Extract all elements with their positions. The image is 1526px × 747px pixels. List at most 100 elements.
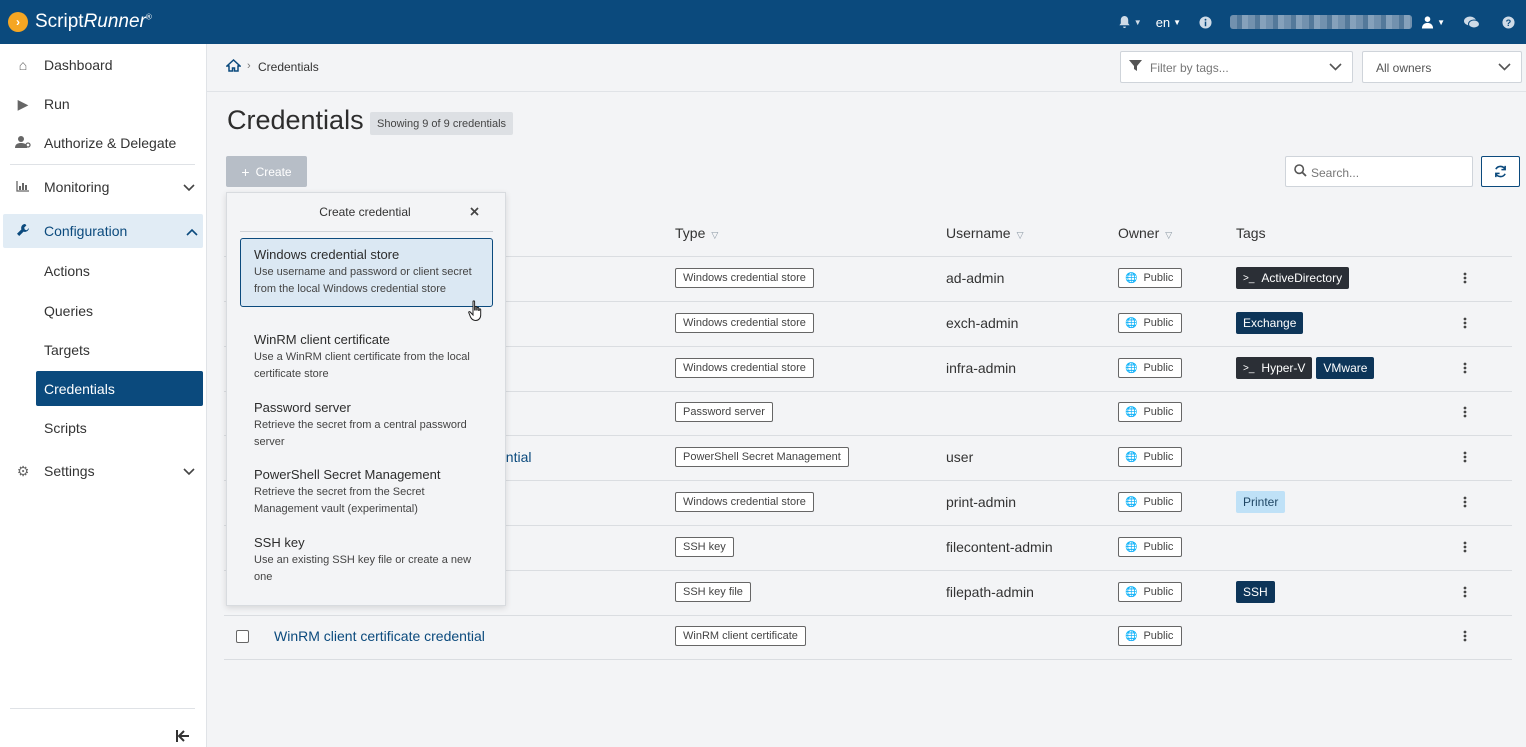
sidebar-subitem-targets[interactable]: Targets	[36, 332, 203, 367]
username-cell: ad-admin	[946, 270, 1005, 286]
globe-icon: 🌐	[1125, 317, 1138, 329]
plus-icon: +	[241, 163, 250, 180]
sidebar-subitem-credentials[interactable]: Credentials	[36, 371, 203, 406]
help-button[interactable]: ?	[1502, 15, 1515, 29]
row-actions-button[interactable]	[1463, 390, 1467, 434]
row-actions-button[interactable]	[1463, 301, 1467, 345]
sidebar-item-settings[interactable]: ⚙ Settings	[0, 452, 207, 490]
notifications-button[interactable]: ▼	[1118, 15, 1142, 29]
tag-badge[interactable]: VMware	[1316, 357, 1375, 379]
tag-badge[interactable]: Exchange	[1236, 312, 1304, 334]
owner-badge: 🌐 Public	[1118, 447, 1183, 467]
user-key-icon	[14, 135, 32, 152]
row-actions-button[interactable]	[1463, 480, 1467, 524]
sidebar-subitem-scripts[interactable]: Scripts	[36, 410, 203, 445]
row-actions-button[interactable]	[1463, 435, 1467, 479]
globe-icon: 🌐	[1125, 406, 1138, 418]
kebab-menu-icon	[1463, 406, 1467, 418]
sidebar-divider	[10, 164, 195, 165]
owner-badge: 🌐 Public	[1118, 402, 1183, 422]
username-cell: infra-admin	[946, 360, 1017, 376]
row-actions-button[interactable]	[1463, 570, 1467, 614]
column-header-type[interactable]: Type ▽	[675, 225, 718, 241]
collapse-sidebar-button[interactable]	[176, 730, 191, 745]
sidebar-item-configuration[interactable]: Configuration	[3, 214, 203, 248]
tag-badge[interactable]: >_ Hyper-V	[1236, 357, 1313, 379]
owner-cell: 🌐 Public	[1118, 525, 1183, 569]
type-badge: Windows credential store	[675, 492, 814, 512]
powershell-icon: >_	[1243, 362, 1255, 374]
sidebar-subitem-actions[interactable]: Actions	[36, 253, 203, 288]
refresh-button[interactable]	[1481, 156, 1520, 187]
row-actions-button[interactable]	[1463, 614, 1467, 658]
scriptrunner-logo-icon: ›	[8, 12, 28, 32]
owner-cell: 🌐 Public	[1118, 390, 1183, 434]
create-credential-popover: Create credential Windows credential sto…	[226, 192, 506, 606]
option-description: Use a WinRM client certificate from the …	[254, 351, 470, 380]
table-row[interactable]: WinRM client certificate credential WinRM…	[224, 614, 1512, 658]
sidebar-item-label: Monitoring	[44, 179, 110, 195]
tag-badge[interactable]: SSH	[1236, 581, 1275, 603]
owner-badge: 🌐 Public	[1118, 492, 1183, 512]
chat-icon	[1464, 16, 1480, 28]
sidebar-item-authorize-delegate[interactable]: Authorize & Delegate	[0, 124, 207, 162]
type-badge: Windows credential store	[675, 268, 814, 288]
option-title: SSH key	[254, 535, 305, 550]
chat-button[interactable]	[1464, 16, 1480, 29]
language-selector[interactable]: en ▼	[1156, 15, 1181, 30]
kebab-menu-icon	[1463, 586, 1467, 598]
create-option-ssh-key[interactable]: SSH key Use an existing SSH key file or c…	[240, 527, 493, 594]
type-badge: PowerShell Secret Management	[675, 447, 849, 467]
owner-badge: 🌐 Public	[1118, 313, 1183, 333]
globe-icon: 🌐	[1125, 630, 1138, 642]
username-cell: user	[946, 449, 974, 465]
bell-icon	[1119, 15, 1130, 29]
column-header-owner[interactable]: Owner ▽	[1118, 225, 1172, 241]
tag-badge[interactable]: Printer	[1236, 491, 1286, 513]
create-option-powershell-secret-management[interactable]: PowerShell Secret Management Retrieve the…	[240, 459, 493, 526]
type-badge: Windows credential store	[675, 358, 814, 378]
home-icon: ⌂	[18, 57, 28, 73]
search-icon	[1294, 164, 1307, 180]
wrench-icon	[14, 223, 32, 240]
collapse-left-icon	[176, 730, 189, 742]
popover-divider	[240, 231, 493, 232]
search-placeholder: Search...	[1311, 166, 1360, 180]
close-icon[interactable]	[470, 204, 479, 219]
search-input[interactable]: Search...	[1285, 156, 1473, 187]
chevron-down-icon	[1329, 59, 1342, 74]
owner-filter-select[interactable]: All owners	[1362, 51, 1522, 83]
create-option-password-server[interactable]: Password server Retrieve the secret from …	[240, 392, 493, 459]
checkbox[interactable]	[236, 629, 249, 643]
row-checkbox[interactable]	[236, 614, 249, 658]
type-badge: Password server	[675, 402, 773, 422]
home-breadcrumb-icon[interactable]	[225, 58, 242, 75]
owner-cell: 🌐 Public	[1118, 480, 1183, 524]
row-actions-button[interactable]	[1463, 525, 1467, 569]
type-cell: Windows credential store	[675, 256, 814, 300]
create-button[interactable]: + Create	[226, 156, 307, 187]
column-header-username[interactable]: Username ▽	[946, 225, 1024, 241]
powershell-icon: >_	[1243, 272, 1255, 284]
tag-badge[interactable]: >_ ActiveDirectory	[1236, 267, 1350, 289]
create-option-winrm-client-certificate[interactable]: WinRM client certificate Use a WinRM clie…	[240, 324, 493, 391]
filter-tags-placeholder: Filter by tags...	[1150, 61, 1229, 75]
owner-cell: 🌐 Public	[1118, 435, 1183, 479]
credential-name-link[interactable]: WinRM client certificate credential	[274, 614, 485, 658]
info-button[interactable]	[1199, 15, 1212, 29]
brand[interactable]: › ScriptRunner®	[8, 11, 152, 33]
filter-by-tags-select[interactable]: Filter by tags...	[1120, 51, 1353, 83]
sidebar-item-dashboard[interactable]: ⌂ Dashboard	[0, 46, 207, 84]
sidebar-subitem-queries[interactable]: Queries	[36, 293, 203, 328]
kebab-menu-icon	[1463, 451, 1467, 463]
sidebar-item-monitoring[interactable]: Monitoring	[0, 168, 207, 206]
sidebar-item-run[interactable]: ▶ Run	[0, 85, 207, 123]
type-badge: WinRM client certificate	[675, 626, 806, 646]
user-menu-button[interactable]: ▼	[1421, 15, 1445, 29]
row-actions-button[interactable]	[1463, 346, 1467, 390]
option-description: Use an existing SSH key file or create a…	[254, 554, 472, 583]
create-option-windows-credential-store[interactable]: Windows credential store Use username and…	[240, 238, 493, 307]
row-actions-button[interactable]	[1463, 256, 1467, 300]
owner-cell: 🌐 Public	[1118, 346, 1183, 390]
option-title: WinRM client certificate	[254, 332, 390, 347]
